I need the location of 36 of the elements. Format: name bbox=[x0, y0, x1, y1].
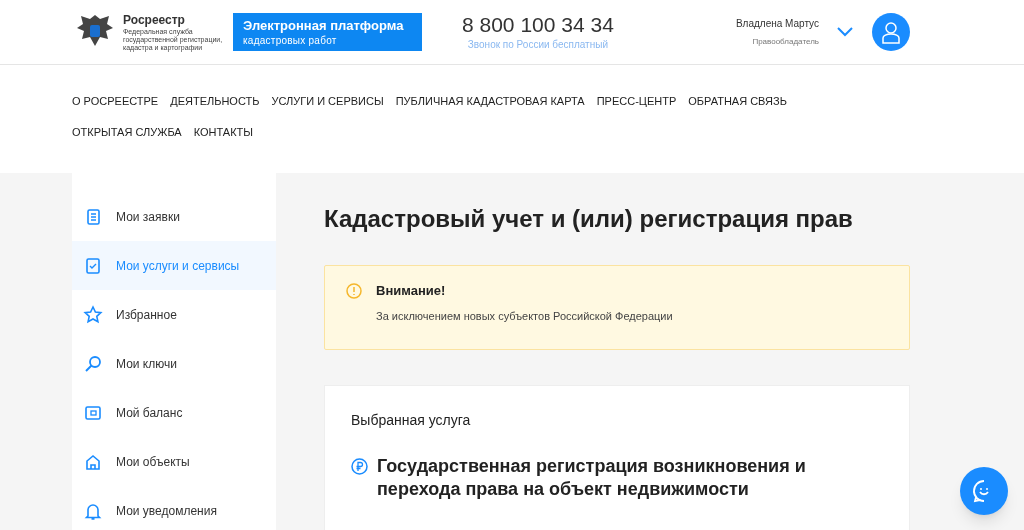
nav-link[interactable]: ОБРАТНАЯ СВЯЗЬ bbox=[688, 91, 787, 111]
sidebar-item[interactable]: Мои уведомления bbox=[72, 486, 276, 530]
platform-subtitle: кадастровых работ bbox=[243, 33, 338, 47]
alert-text: За исключением новых субъектов Российской Федерации bbox=[376, 309, 673, 324]
nav-link[interactable]: КОНТАКТЫ bbox=[193, 122, 254, 142]
user-avatar[interactable] bbox=[872, 13, 910, 51]
sidebar-item[interactable]: Избранное bbox=[72, 290, 276, 339]
nav-link[interactable]: ДЕЯТЕЛЬНОСТЬ bbox=[170, 91, 260, 111]
card-heading: Выбранная услуга bbox=[351, 411, 472, 430]
sidebar-item[interactable]: Мои объекты bbox=[72, 437, 276, 486]
selected-service: Государственная регистрация возникновения и перехода права на объект недвижимости bbox=[377, 455, 807, 501]
person-icon bbox=[881, 20, 901, 44]
chevron-down-icon[interactable] bbox=[837, 27, 853, 37]
nav-link[interactable]: ОТКРЫТАЯ СЛУЖБА bbox=[72, 122, 182, 142]
platform-title: Электронная платформа bbox=[243, 17, 405, 34]
key-icon bbox=[83, 353, 103, 374]
nav-link[interactable]: ПРЕСС-ЦЕНТР bbox=[596, 91, 677, 111]
phone-note: Звонок по России бесплатный bbox=[467, 37, 608, 52]
platform-banner[interactable]: Электронная платформа кадастровых работ bbox=[233, 13, 422, 51]
page-title: Кадастровый учет и (или) регистрация прав bbox=[324, 204, 854, 234]
warning-icon bbox=[346, 283, 362, 299]
checklist-icon bbox=[83, 255, 103, 276]
sidebar-item[interactable]: Мои ключи bbox=[72, 339, 276, 388]
sidebar-item[interactable]: Мои заявки bbox=[72, 192, 276, 241]
star-icon bbox=[83, 304, 103, 325]
sidebar-item[interactable]: Мой баланс bbox=[72, 388, 276, 437]
logo-title: Росреестр bbox=[123, 12, 186, 28]
chat-button[interactable] bbox=[960, 467, 1008, 515]
alert-title: Внимание! bbox=[376, 283, 447, 299]
user-role: Правообладатель bbox=[752, 36, 819, 48]
phone-number: 8 800 100 34 34 bbox=[462, 12, 614, 37]
nav-link[interactable]: О РОСРЕЕСТРЕ bbox=[72, 91, 159, 111]
nav-link[interactable]: УСЛУГИ И СЕРВИСЫ bbox=[271, 91, 384, 111]
nav-link[interactable]: ПУБЛИЧНАЯ КАДАСТРОВАЯ КАРТА bbox=[395, 91, 585, 111]
user-name: Владлена Мартус bbox=[735, 17, 819, 31]
ruble-icon bbox=[351, 458, 368, 475]
